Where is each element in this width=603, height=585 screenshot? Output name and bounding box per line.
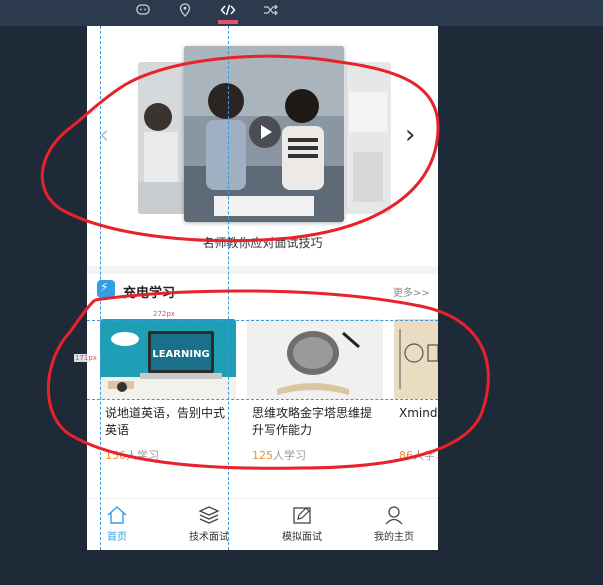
guide-line-right <box>228 26 229 550</box>
course-card[interactable]: 思维攻略金字塔思维提升写作能力 125人学习 <box>247 319 383 469</box>
learner-suffix: 人学习 <box>413 449 438 462</box>
devtools-toolbar <box>0 0 603 26</box>
course-thumbnail: LEARNING <box>100 319 236 399</box>
tab-home[interactable]: 首页 <box>87 505 152 543</box>
tab-label: 模拟面试 <box>282 532 322 543</box>
course-learners: 86人学习 <box>399 447 438 463</box>
course-title: 思维攻略金字塔思维提升写作能力 <box>252 406 373 437</box>
guide-line-bottom <box>87 399 438 400</box>
more-link[interactable]: 更多>> <box>393 284 430 299</box>
course-list: LEARNING 说地道英语，告别中式英语 156人学习 思维攻略金字塔思维提升… <box>87 319 438 469</box>
section-header: 充电学习 更多>> <box>87 276 438 304</box>
width-measure: 272px <box>152 310 176 318</box>
shuffle-icon[interactable] <box>262 3 280 19</box>
guide-line-top <box>87 320 438 321</box>
mobile-page: ‹ › 名师教你应对面试技巧 充电学习 更多>> LEARNING 说地道英语，… <box>87 26 438 550</box>
section-divider <box>87 266 438 274</box>
learner-suffix: 人学习 <box>273 449 306 462</box>
tab-label: 首页 <box>107 532 127 543</box>
height-measure: 171px <box>74 354 98 362</box>
course-card[interactable]: LEARNING 说地道英语，告别中式英语 156人学习 <box>100 319 236 469</box>
carousel-slide-next[interactable] <box>345 62 391 214</box>
course-thumbnail <box>394 319 438 399</box>
home-icon <box>107 506 127 524</box>
carousel-slide-active[interactable] <box>184 46 344 222</box>
banner-carousel[interactable]: ‹ › 名师教你应对面试技巧 <box>87 36 438 266</box>
message-icon[interactable] <box>134 3 152 19</box>
user-icon <box>385 506 403 525</box>
layers-icon <box>198 506 220 524</box>
carousel-caption: 名师教你应对面试技巧 <box>202 236 323 250</box>
course-card[interactable]: Xmind零基础 86人学习 <box>394 319 438 469</box>
thumb-learning-text: LEARNING <box>152 349 209 360</box>
guide-line-left <box>100 26 101 550</box>
course-learners: 125人学习 <box>252 447 306 463</box>
learner-count: 156 <box>105 449 126 462</box>
location-pin-icon[interactable] <box>176 3 194 19</box>
edit-icon <box>293 507 311 524</box>
header-strip <box>87 26 438 36</box>
section-title: 充电学习 <box>123 286 176 301</box>
course-learners: 156人学习 <box>105 447 159 463</box>
learner-suffix: 人学习 <box>126 449 159 462</box>
code-icon[interactable] <box>218 3 238 24</box>
tab-mock-interview[interactable]: 模拟面试 <box>267 505 337 543</box>
play-icon[interactable] <box>249 116 281 148</box>
tab-label: 我的主页 <box>374 532 414 543</box>
course-title: 说地道英语，告别中式英语 <box>105 406 226 437</box>
tab-label: 技术面试 <box>189 532 229 543</box>
learner-count: 125 <box>252 449 273 462</box>
tab-my-home[interactable]: 我的主页 <box>359 505 429 543</box>
carousel-next-button[interactable]: › <box>405 120 415 150</box>
learner-count: 86 <box>399 449 413 462</box>
tab-tech-interview[interactable]: 技术面试 <box>174 505 244 543</box>
bottom-tabbar: 首页 技术面试 模拟面试 我的主页 <box>87 498 438 550</box>
course-title: Xmind零基础 <box>399 406 438 420</box>
course-thumbnail <box>247 319 383 399</box>
